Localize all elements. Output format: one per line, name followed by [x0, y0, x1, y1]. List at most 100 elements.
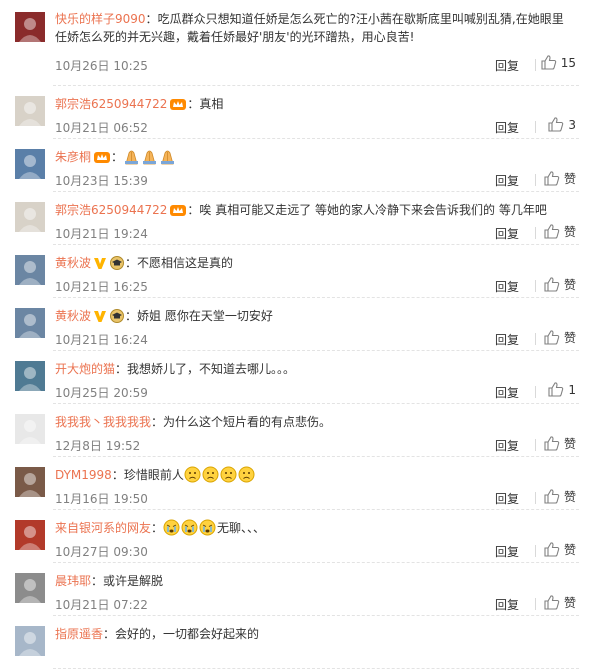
- comment-timestamp: 10月26日 10:25: [55, 59, 148, 73]
- comment-body: 指原遥香：会好的，一切都会好起来的: [55, 625, 574, 643]
- action-divider: [535, 545, 536, 557]
- comment-username-link[interactable]: 指原遥香: [55, 627, 103, 641]
- user-avatar-icon: [15, 467, 45, 497]
- comment-item: 晨玮耶：或许是解脱 10月21日 07:22 回复 赞: [0, 563, 594, 616]
- pray-emoji-icon: [125, 150, 139, 165]
- avatar[interactable]: [15, 255, 45, 285]
- colon-separator: ：: [111, 468, 124, 482]
- comment-username-link[interactable]: 郭宗浩6250944722: [55, 97, 167, 111]
- like-count: 赞: [563, 225, 576, 239]
- comment-text: 会好的，一切都会好起来的: [115, 627, 260, 641]
- action-divider: [535, 121, 536, 133]
- comment-username-link[interactable]: 开大炮的猫: [55, 362, 115, 376]
- avatar[interactable]: [15, 467, 45, 497]
- like-button[interactable]: 赞: [544, 594, 576, 611]
- action-divider: [535, 439, 536, 451]
- avatar[interactable]: [15, 414, 45, 444]
- comment-body: 黄秋波 ：不愿相信这是真的: [55, 254, 574, 272]
- pray-emoji-icon: [161, 150, 175, 165]
- like-button[interactable]: 赞: [544, 541, 576, 558]
- comment-timestamp: 10月21日 16:25: [55, 280, 148, 294]
- action-divider: [535, 598, 536, 610]
- colon-separator: ：: [115, 362, 128, 376]
- avatar[interactable]: [15, 573, 45, 603]
- thumbs-up-icon: [544, 489, 560, 504]
- verified-v-icon: [94, 311, 107, 322]
- like-button[interactable]: 1: [548, 382, 576, 397]
- like-button[interactable]: 赞: [544, 223, 576, 240]
- comment-username-link[interactable]: 我我我丶我我我我: [55, 415, 151, 429]
- colon-separator: ：: [91, 574, 104, 588]
- thumbs-up-icon: [548, 382, 564, 397]
- reply-button[interactable]: 回复: [495, 596, 519, 613]
- comment-text-after: 无聊、、、: [217, 521, 266, 535]
- comment-username-link[interactable]: 黄秋波: [55, 256, 91, 270]
- comment-username-link[interactable]: 来自银河系的网友: [55, 521, 151, 535]
- comment-username-link[interactable]: 快乐的样子9090: [55, 12, 146, 26]
- comment-timestamp: 10月21日 06:52: [55, 121, 148, 135]
- comment-username-link[interactable]: 朱彦桐: [55, 150, 91, 164]
- avatar[interactable]: [15, 149, 45, 179]
- comment-text: 或许是解脱: [103, 574, 164, 588]
- comment-body: 晨玮耶：或许是解脱: [55, 572, 574, 590]
- avatar[interactable]: [15, 626, 45, 656]
- avatar[interactable]: [15, 12, 45, 42]
- user-avatar-icon: [15, 626, 45, 656]
- reply-button[interactable]: 回复: [495, 331, 519, 348]
- avatar[interactable]: [15, 96, 45, 126]
- member-crown-icon: [94, 152, 111, 163]
- avatar[interactable]: [15, 520, 45, 550]
- like-button[interactable]: 赞: [544, 276, 576, 293]
- comment-timestamp: 11月16日 19:50: [55, 492, 148, 506]
- comment-text: 我想娇儿了，不知道去哪儿。。。: [127, 362, 296, 376]
- like-count: 赞: [563, 278, 576, 292]
- avatar[interactable]: [15, 202, 45, 232]
- user-avatar-icon: [15, 255, 45, 285]
- reply-button[interactable]: 回复: [495, 119, 519, 136]
- colon-separator: ：: [145, 12, 158, 26]
- comment-timestamp: 10月21日 19:24: [55, 227, 148, 241]
- colon-separator: ：: [125, 256, 138, 270]
- reply-button[interactable]: 回复: [495, 543, 519, 560]
- action-divider: [535, 492, 536, 504]
- reply-button[interactable]: 回复: [495, 57, 519, 74]
- comment-username-link[interactable]: 黄秋波: [55, 309, 91, 323]
- reply-button[interactable]: 回复: [495, 278, 519, 295]
- reply-button[interactable]: 回复: [495, 437, 519, 454]
- comment-username-link[interactable]: 晨玮耶: [55, 574, 91, 588]
- like-button[interactable]: 3: [548, 117, 576, 132]
- crying-emoji-icon: [181, 519, 198, 536]
- comment-timestamp: 10月21日 16:24: [55, 333, 148, 347]
- reply-button[interactable]: 回复: [495, 225, 519, 242]
- comment-username-link[interactable]: 郭宗浩6250944722: [55, 203, 167, 217]
- thumbs-up-icon: [544, 171, 560, 186]
- comment-body: 开大炮的猫：我想娇儿了，不知道去哪儿。。。: [55, 360, 574, 378]
- reply-button[interactable]: 回复: [495, 490, 519, 507]
- reply-button[interactable]: 回复: [495, 172, 519, 189]
- thumbs-up-icon: [544, 542, 560, 557]
- action-divider: [535, 280, 536, 292]
- user-avatar-icon: [15, 573, 45, 603]
- comment-username-link[interactable]: DYM1998: [55, 468, 112, 482]
- like-button[interactable]: 赞: [544, 329, 576, 346]
- comment-timestamp: 12月8日 19:52: [55, 439, 141, 453]
- colon-separator: ：: [187, 203, 200, 217]
- avatar[interactable]: [15, 361, 45, 391]
- like-count: 赞: [563, 331, 576, 345]
- thumbs-up-icon: [541, 55, 556, 70]
- avatar[interactable]: [15, 308, 45, 338]
- grad-cap-icon: [110, 309, 125, 323]
- comment-item: 黄秋波 ：娇姐 愿你在天堂一切安好 10月21日 16:24 回复 赞: [0, 298, 594, 351]
- colon-separator: ：: [103, 627, 116, 641]
- comment-item: DYM1998：珍惜眼前人 11月16日 19:50 回复 赞: [0, 457, 594, 510]
- like-button[interactable]: 赞: [544, 170, 576, 187]
- reply-button[interactable]: 回复: [495, 384, 519, 401]
- member-crown-icon: [170, 99, 187, 110]
- thumbs-up-icon: [544, 436, 560, 451]
- comment-item: 快乐的样子9090：吃瓜群众只想知道任娇是怎么死亡的?汪小茜在歇斯底里叫喊别乱猜…: [0, 0, 594, 86]
- like-button[interactable]: 赞: [544, 488, 576, 505]
- comment-item: 黄秋波 ：不愿相信这是真的 10月21日 16:25 回复 赞: [0, 245, 594, 298]
- like-button[interactable]: 15: [541, 55, 576, 70]
- like-button[interactable]: 赞: [544, 435, 576, 452]
- comment-body: 郭宗浩6250944722 ：唉 真相可能又走远了 等她的家人冷静下来会告诉我们的…: [55, 201, 574, 219]
